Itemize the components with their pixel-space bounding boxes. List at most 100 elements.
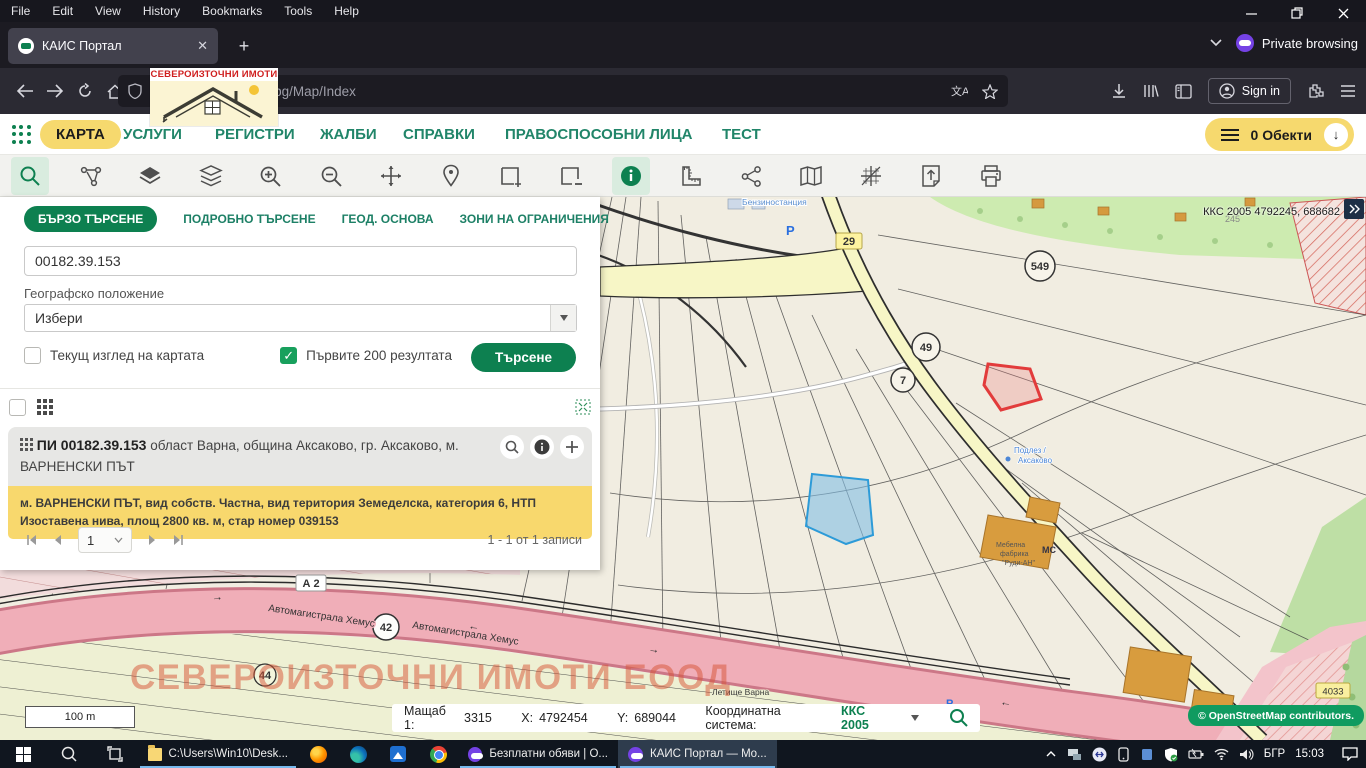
tray-battery-icon[interactable]: [1188, 748, 1204, 760]
nav-item-test[interactable]: ТЕСТ: [722, 114, 761, 155]
menu-edit[interactable]: Edit: [41, 0, 84, 22]
add-extent-tool-icon[interactable]: [492, 157, 530, 195]
current-view-checkbox[interactable]: [24, 347, 41, 364]
layers-solid-tool-icon[interactable]: [131, 157, 169, 195]
page-last-icon[interactable]: [166, 529, 192, 551]
info-tool-icon[interactable]: [612, 157, 650, 195]
search-input[interactable]: [24, 246, 577, 276]
svg-text:←: ←: [1000, 696, 1013, 709]
library-icon[interactable]: [1143, 83, 1159, 99]
tray-display-icon[interactable]: [1140, 748, 1154, 761]
tray-volume-icon[interactable]: [1239, 748, 1254, 761]
coordinates-grid-tool-icon[interactable]: [852, 157, 890, 195]
tray-security-shield-icon[interactable]: [1164, 747, 1178, 762]
nav-item-karta[interactable]: КАРТА: [40, 120, 121, 149]
apps-grid-icon[interactable]: [12, 125, 32, 145]
measure-tool-icon[interactable]: [672, 157, 710, 195]
coords-search-icon[interactable]: [949, 708, 968, 728]
tray-clock[interactable]: 15:03: [1295, 748, 1324, 760]
bookmark-star-icon[interactable]: [982, 84, 998, 99]
geo-dropdown-icon[interactable]: [550, 305, 576, 331]
downloads-icon[interactable]: [1111, 83, 1127, 99]
menu-history[interactable]: History: [132, 0, 191, 22]
tray-language-indicator[interactable]: БГР: [1264, 748, 1285, 760]
new-tab-button[interactable]: +: [232, 34, 256, 58]
share-network-tool-icon[interactable]: [732, 157, 770, 195]
page-prev-icon[interactable]: [44, 529, 70, 551]
print-tool-icon[interactable]: [972, 157, 1010, 195]
taskbar-chrome-icon[interactable]: [418, 740, 458, 768]
search-tool-icon[interactable]: [11, 157, 49, 195]
result-header[interactable]: ПИ 00182.39.153 област Варна, община Акс…: [8, 427, 592, 486]
objects-download-icon[interactable]: ↓: [1324, 123, 1348, 147]
nav-item-spravki[interactable]: СПРАВКИ: [403, 114, 475, 155]
search-button[interactable]: Търсене: [471, 343, 576, 372]
back-icon[interactable]: [10, 76, 40, 106]
snap-route-tool-icon[interactable]: [72, 157, 110, 195]
crs-select[interactable]: ККС 2005: [841, 704, 895, 732]
zoom-to-results-icon[interactable]: [575, 399, 591, 415]
tab-detailed-search[interactable]: ПОДРОБНО ТЪРСЕНЕ: [183, 212, 315, 226]
sign-in-button[interactable]: Sign in: [1208, 78, 1291, 104]
translate-icon[interactable]: 文A: [951, 84, 968, 99]
tray-remote-icon[interactable]: [1067, 748, 1082, 761]
menu-file[interactable]: File: [0, 0, 41, 22]
result-info-icon[interactable]: [530, 435, 554, 459]
shield-icon[interactable]: [128, 83, 142, 99]
menu-view[interactable]: View: [84, 0, 132, 22]
tray-wifi-icon[interactable]: [1214, 748, 1229, 760]
tab-close-icon[interactable]: ✕: [197, 38, 208, 54]
tab-restriction-zones[interactable]: ЗОНИ НА ОГРАНИЧЕНИЯ: [460, 212, 609, 226]
osm-attribution[interactable]: © OpenStreetMap contributors.: [1188, 705, 1364, 726]
taskbar-firefox-icon[interactable]: [298, 740, 338, 768]
crs-dropdown-icon[interactable]: [911, 715, 919, 721]
export-tool-icon[interactable]: [912, 157, 950, 195]
layers-tool-icon[interactable]: [192, 157, 230, 195]
basemap-tool-icon[interactable]: [792, 157, 830, 195]
browser-tab[interactable]: КАИС Портал ✕: [8, 28, 218, 64]
zoom-in-tool-icon[interactable]: [251, 157, 289, 195]
extensions-icon[interactable]: [1307, 83, 1324, 100]
first200-checkbox[interactable]: ✓: [280, 347, 297, 364]
location-pin-tool-icon[interactable]: [432, 157, 470, 195]
list-tabs-chevron-icon[interactable]: [1210, 39, 1222, 47]
result-zoom-icon[interactable]: [500, 435, 524, 459]
task-view-icon[interactable]: [92, 740, 138, 768]
zoom-out-tool-icon[interactable]: [312, 157, 350, 195]
page-first-icon[interactable]: [18, 529, 44, 551]
tab-quick-search[interactable]: БЪРЗО ТЪРСЕНЕ: [24, 206, 157, 232]
tray-overflow-icon[interactable]: [1045, 748, 1057, 760]
result-item[interactable]: ПИ 00182.39.153 област Варна, община Акс…: [8, 427, 592, 539]
menu-tools[interactable]: Tools: [273, 0, 323, 22]
taskbar-explorer-window[interactable]: C:\Users\Win10\Desk...: [138, 740, 298, 768]
reload-icon[interactable]: [70, 76, 100, 106]
pan-tool-icon[interactable]: [372, 157, 410, 195]
start-button[interactable]: [0, 740, 46, 768]
sidebar-icon[interactable]: [1175, 84, 1192, 99]
app-menu-icon[interactable]: [1340, 84, 1356, 98]
tray-sync-icon[interactable]: [1092, 747, 1107, 762]
tab-geodetic-basis[interactable]: ГЕОД. ОСНОВА: [342, 212, 434, 226]
results-grid-icon: [36, 398, 54, 416]
private-browsing-badge: Private browsing: [1236, 34, 1358, 52]
forward-icon[interactable]: [40, 76, 70, 106]
taskbar-window-2[interactable]: КАИС Портал — Mo...: [618, 740, 777, 768]
select-all-checkbox[interactable]: [9, 399, 26, 416]
page-select[interactable]: 1: [78, 527, 132, 553]
action-center-icon[interactable]: [1342, 747, 1358, 761]
nav-item-pravosposobni-lica[interactable]: ПРАВОСПОСОБНИ ЛИЦА: [505, 114, 693, 155]
taskbar-search-icon[interactable]: [46, 740, 92, 768]
taskbar-photos-icon[interactable]: [378, 740, 418, 768]
taskbar-window-1[interactable]: Безплатни обяви | O...: [458, 740, 618, 768]
taskbar-edge-icon[interactable]: [338, 740, 378, 768]
objects-count-button[interactable]: 0 Обекти ↓: [1205, 118, 1354, 151]
menu-bookmarks[interactable]: Bookmarks: [191, 0, 273, 22]
panel-collapse-icon[interactable]: [1344, 199, 1364, 219]
geo-position-select[interactable]: Избери: [24, 304, 577, 332]
result-add-icon[interactable]: [560, 435, 584, 459]
page-next-icon[interactable]: [140, 529, 166, 551]
tray-phone-icon[interactable]: [1117, 747, 1130, 762]
remove-extent-tool-icon[interactable]: [552, 157, 590, 195]
menu-help[interactable]: Help: [323, 0, 370, 22]
nav-item-zhalbi[interactable]: ЖАЛБИ: [320, 114, 377, 155]
